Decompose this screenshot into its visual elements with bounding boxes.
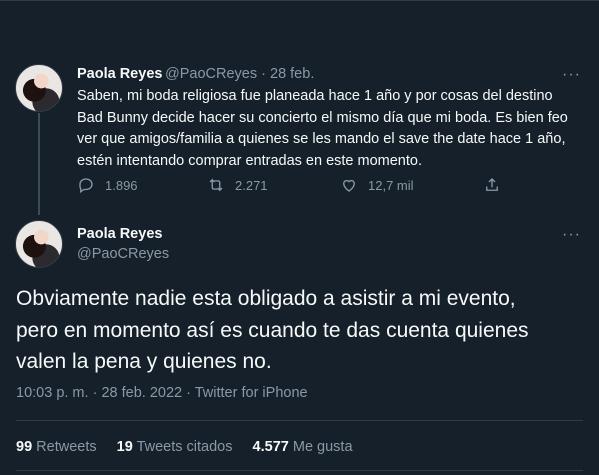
retweet-button[interactable]: 2.271 xyxy=(207,176,268,194)
tweet-date[interactable]: 28 feb. xyxy=(270,66,314,82)
tweet-text-line: Obviamente nadie esta obligado a asistir… xyxy=(16,287,516,310)
share-icon xyxy=(486,178,498,191)
likes-label: Me gusta xyxy=(292,439,353,455)
divider xyxy=(16,470,583,471)
reply-button[interactable]: 1.896 xyxy=(77,176,138,194)
reply-count: 1.896 xyxy=(105,177,138,193)
handle[interactable]: @PaoCReyes xyxy=(77,246,169,262)
retweets-count: 99 xyxy=(16,439,33,455)
tweet-text-line: ver que amigos/familia a quienes se les … xyxy=(77,131,566,147)
handle[interactable]: @PaoCReyes xyxy=(165,66,257,82)
tweet-text-line: pero en momento así es cuando te das cue… xyxy=(16,318,529,342)
tweet-stats: 99 Retweets 19 Tweets citados 4.577 Me g… xyxy=(16,439,369,455)
likes-count: 4.577 xyxy=(252,439,289,455)
retweet-icon xyxy=(209,178,223,192)
divider xyxy=(16,420,583,421)
like-icon xyxy=(343,179,355,192)
tweet-header-meta: @PaoCReyes · 28 feb. xyxy=(165,66,314,82)
quote-tweets-stat[interactable]: 19 Tweets citados xyxy=(117,439,233,455)
tweet-source[interactable]: Twitter for iPhone xyxy=(195,385,308,401)
like-button[interactable]: 12,7 mil xyxy=(340,176,414,194)
tweet-date[interactable]: 28 feb. 2022 xyxy=(101,385,182,401)
avatar[interactable] xyxy=(15,220,63,268)
likes-stat[interactable]: 4.577 Me gusta xyxy=(253,439,353,455)
tweet-text-line: valen la pena y quienes no. xyxy=(16,350,272,373)
tweet-text: Obviamente nadie esta obligado a asistir… xyxy=(16,283,586,378)
like-count: 12,7 mil xyxy=(368,177,414,193)
reply-icon xyxy=(79,178,93,194)
tweet-text-line: estén intentando comprar entradas en est… xyxy=(77,152,422,169)
tweet-text-line: Saben, mi boda religiosa fue planeada ha… xyxy=(77,88,553,104)
display-name[interactable]: Paola Reyes xyxy=(77,226,162,242)
quotes-count: 19 xyxy=(116,439,133,455)
retweets-stat[interactable]: 99 Retweets xyxy=(16,439,97,455)
avatar[interactable] xyxy=(15,64,63,112)
tweet-text-line: Bad Bunny decide hacer su concierto el m… xyxy=(77,109,568,126)
quotes-label: Tweets citados xyxy=(136,439,233,455)
separator: · xyxy=(261,66,266,82)
separator: · xyxy=(92,385,98,401)
retweet-count: 2.271 xyxy=(235,177,268,193)
tweet-actions: 1.896 2.271 12,7 mil xyxy=(77,176,517,198)
tweet-time[interactable]: 10:03 p. m. xyxy=(16,385,89,401)
more-options-icon[interactable]: ··· xyxy=(562,227,581,243)
retweets-label: Retweets xyxy=(36,439,97,455)
more-options-icon[interactable]: ··· xyxy=(562,67,581,83)
separator: · xyxy=(186,385,191,401)
display-name[interactable]: Paola Reyes xyxy=(77,66,162,82)
share-button[interactable] xyxy=(483,176,511,194)
thread-connector xyxy=(38,113,40,215)
tweet-text: Saben, mi boda religiosa fue planeada ha… xyxy=(77,86,582,172)
tweet-metadata: 10:03 p. m. · 28 feb. 2022 · Twitter for… xyxy=(16,385,308,401)
top-border xyxy=(0,0,599,1)
